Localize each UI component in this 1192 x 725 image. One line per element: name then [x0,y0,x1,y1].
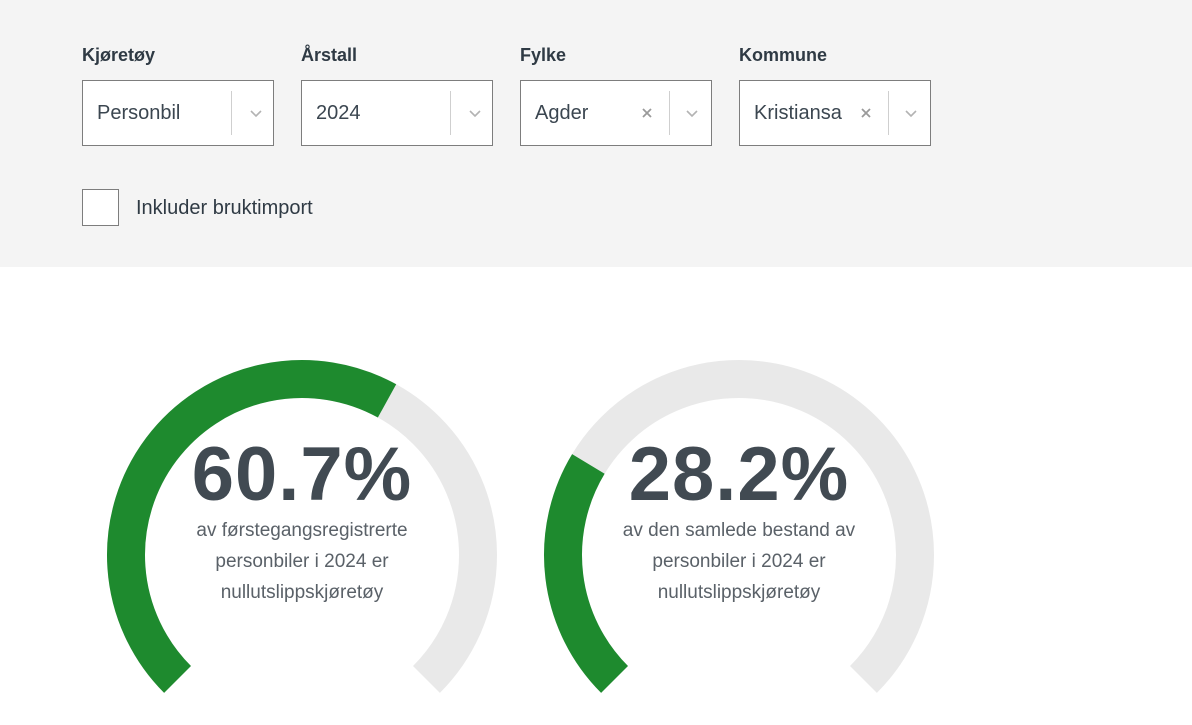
clear-icon[interactable] [637,103,657,123]
gauge-value: 28.2% [628,432,850,517]
filter-year-label: Årstall [301,45,358,65]
include-used-import-label[interactable]: Inkluder bruktimport [136,189,313,228]
year-select[interactable]: 2024 [301,80,493,146]
select-separator [231,91,232,135]
vehicle-select-value: Personbil [97,102,181,124]
filter-municipality: Kommune Kristiansa [739,44,931,146]
gauge-first-registrations: 60.7% av førstegangsregistrerte personbi… [92,345,512,725]
filter-vehicle: Kjøretøy Personbil [82,44,274,146]
year-select-value: 2024 [316,102,361,124]
municipality-select[interactable]: Kristiansa [739,80,931,146]
county-select[interactable]: Agder [520,80,712,146]
gauge-total-fleet: 28.2% av den samlede bestand av personbi… [529,345,949,725]
filter-panel: Kjøretøy Personbil Årstall 2024 Fylke Ag… [0,0,1192,267]
filter-vehicle-label: Kjøretøy [82,45,156,65]
filter-county: Fylke Agder [520,44,712,146]
municipality-select-value: Kristiansa [754,102,842,124]
gauge-value: 60.7% [191,432,413,517]
select-separator [450,91,451,135]
county-select-value: Agder [535,102,589,124]
filter-municipality-label: Kommune [739,45,828,65]
select-separator [669,91,670,135]
chevron-down-icon[interactable] [465,103,485,123]
filter-year: Årstall 2024 [301,44,493,146]
filter-county-label: Fylke [520,45,567,65]
chevron-down-icon[interactable] [901,103,921,123]
select-separator [888,91,889,135]
gauge-description: av den samlede bestand av personbiler i … [622,520,856,603]
clear-icon[interactable] [856,103,876,123]
chevron-down-icon[interactable] [246,103,266,123]
chevron-down-icon[interactable] [682,103,702,123]
gauge-description: av førstegangsregistrerte personbiler i … [196,520,408,603]
include-used-import-checkbox[interactable] [82,189,119,226]
vehicle-select[interactable]: Personbil [82,80,274,146]
